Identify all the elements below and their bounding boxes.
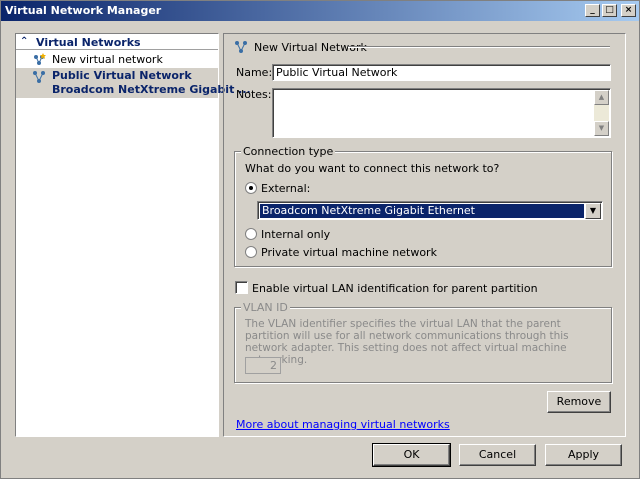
minimize-button[interactable]: _	[585, 4, 600, 17]
virtual-networks-tree[interactable]: ⌃ Virtual Networks New virtual network P…	[15, 33, 251, 437]
close-button[interactable]: ×	[621, 4, 636, 17]
maximize-button[interactable]: □	[602, 4, 617, 17]
apply-button[interactable]: Apply	[545, 444, 622, 466]
network-details-pane: New Virtual Network Name: Notes: ▲ ▼ Con…	[223, 33, 626, 437]
window-title: Virtual Network Manager	[5, 4, 162, 17]
connection-type-group: Connection type What do you want to conn…	[234, 145, 612, 267]
new-network-icon	[34, 53, 46, 65]
network-icon	[235, 41, 247, 53]
tree-item-new-virtual-network[interactable]: New virtual network	[16, 51, 218, 68]
tree-item-label: Public Virtual Network	[52, 69, 192, 82]
scroll-up-icon[interactable]: ▲	[594, 90, 609, 105]
tree-item-label: New virtual network	[52, 53, 163, 66]
enable-vlan-label[interactable]: Enable virtual LAN identification for pa…	[252, 282, 538, 295]
vlan-id-title: VLAN ID	[241, 301, 290, 314]
scroll-down-icon[interactable]: ▼	[594, 121, 609, 136]
vlan-id-group: VLAN ID The VLAN identifier specifies th…	[234, 301, 612, 383]
adapter-selected-value: Broadcom NetXtreme Gigabit Ethernet	[260, 204, 584, 218]
section-divider	[348, 46, 610, 48]
vlan-description: The VLAN identifier specifies the virtua…	[245, 318, 569, 366]
private-network-radio[interactable]	[245, 246, 257, 258]
vlan-id-input[interactable]: 2	[245, 357, 281, 374]
network-adapter-dropdown[interactable]: Broadcom NetXtreme Gigabit Ethernet ▼	[257, 201, 603, 220]
notes-textarea[interactable]: ▲ ▼	[272, 88, 611, 138]
virtual-network-manager-window: Virtual Network Manager _ □ × ⌃ Virtual …	[0, 0, 640, 479]
double-chevron-up-icon[interactable]: ⌃	[20, 36, 28, 47]
title-bar[interactable]: Virtual Network Manager _ □ ×	[1, 1, 639, 21]
name-input[interactable]	[272, 64, 611, 81]
cancel-button[interactable]: Cancel	[459, 444, 536, 466]
tree-header-virtual-networks[interactable]: ⌃ Virtual Networks	[16, 34, 218, 50]
external-label[interactable]: External:	[261, 182, 310, 195]
internal-only-label[interactable]: Internal only	[261, 228, 330, 241]
tree-header-label: Virtual Networks	[36, 36, 141, 49]
enable-vlan-checkbox[interactable]	[235, 281, 248, 294]
name-label: Name:	[236, 66, 273, 79]
managing-networks-link[interactable]: More about managing virtual networks	[236, 418, 450, 431]
external-radio[interactable]	[245, 182, 257, 194]
notes-label: Notes:	[236, 88, 272, 101]
connection-type-title: Connection type	[241, 145, 336, 158]
tree-item-sublabel: Broadcom NetXtreme Gigabit ...	[52, 83, 251, 96]
network-icon	[33, 71, 45, 83]
tree-item-public-virtual-network[interactable]: Public Virtual Network Broadcom NetXtrem…	[16, 68, 251, 98]
private-network-label[interactable]: Private virtual machine network	[261, 246, 437, 259]
dropdown-arrow-icon[interactable]: ▼	[585, 203, 601, 219]
remove-button[interactable]: Remove	[547, 391, 611, 413]
ok-button[interactable]: OK	[372, 443, 451, 467]
internal-only-radio[interactable]	[245, 228, 257, 240]
notes-scrollbar[interactable]: ▲ ▼	[594, 90, 609, 136]
connection-question: What do you want to connect this network…	[245, 162, 500, 175]
